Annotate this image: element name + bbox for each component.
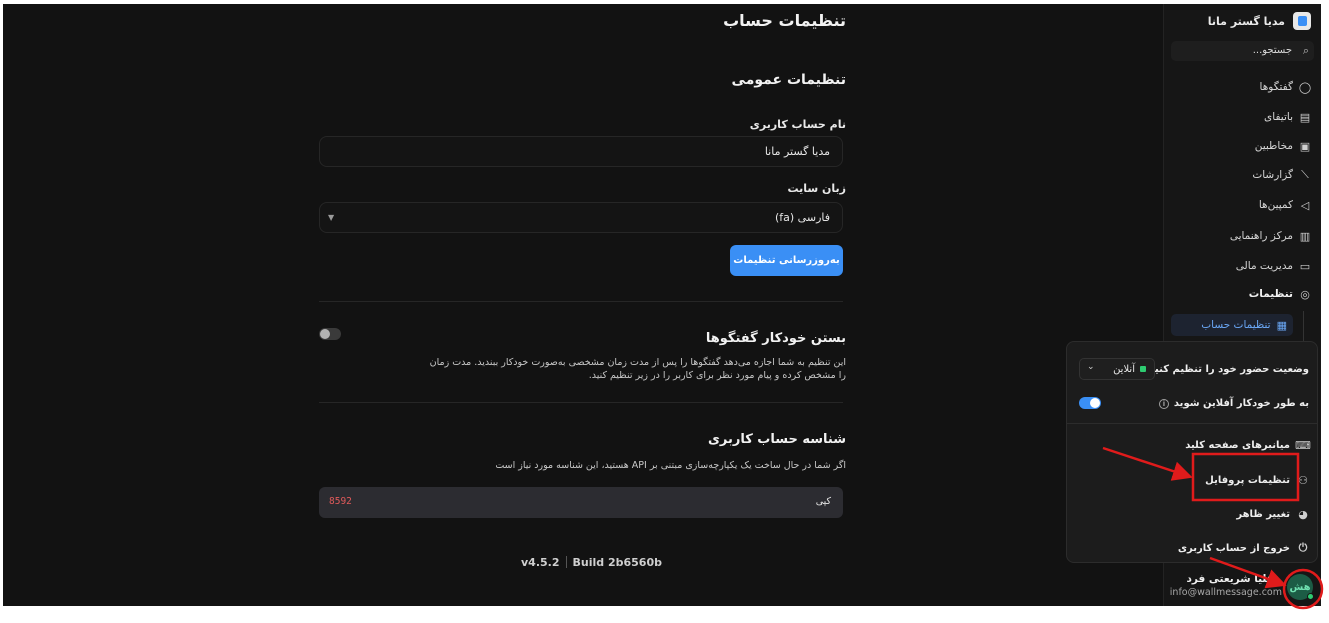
keyboard-icon: ⌨ xyxy=(1295,438,1311,452)
autoclose-title: بستن خودکار گفتگوها xyxy=(705,331,846,346)
account-id-box: کپی 8592 xyxy=(319,487,843,518)
sidebar-item-reports[interactable]: ⟋ گزارشات xyxy=(1173,164,1313,186)
avatar-initials: هش xyxy=(1289,581,1311,593)
user-name: هلیا شریعتی فرد xyxy=(1186,573,1274,585)
api-id-description: اگر شما در حال ساخت یک یکپارچه‌سازی مبتن… xyxy=(495,460,846,471)
language-select[interactable]: فارسی (fa) ▼ xyxy=(319,202,843,233)
main-content: تنظیمات حساب تنظیمات عمومی نام حساب کارب… xyxy=(3,4,1163,606)
sidebar-item-conversations[interactable]: ◯ گفتگوها xyxy=(1173,76,1313,98)
version-separator xyxy=(565,556,567,568)
avatar[interactable]: هش xyxy=(1287,574,1314,600)
search-placeholder: جستجو... xyxy=(1252,45,1292,56)
sidebar-item-label: گزارشات xyxy=(1252,169,1293,181)
sidebar-item-label: تنظیمات xyxy=(1248,288,1293,300)
sidebar-item-botify[interactable]: ▤ باتیفای xyxy=(1173,106,1313,128)
user-email: info@wallmessage.com xyxy=(1169,587,1282,598)
build-number: Build 2b6560b xyxy=(572,556,662,569)
reports-icon: ⟋ xyxy=(1301,168,1309,181)
divider xyxy=(1067,423,1317,424)
sidebar-item-help-center[interactable]: ▥ مرکز راهنمایی xyxy=(1173,225,1313,247)
status-select[interactable]: آنلاین ⌄ xyxy=(1079,358,1155,380)
briefcase-icon: ▦ xyxy=(1276,318,1287,332)
campaign-icon: ◁ xyxy=(1300,198,1310,212)
status-value: آنلاین xyxy=(1113,363,1135,375)
version-info: v4.5.2 Build 2b6560b xyxy=(521,556,662,569)
api-id-title: شناسه حساب کاربری xyxy=(707,432,846,447)
presence-label: وضعیت حضور خود را تنظیم کنید xyxy=(1149,364,1309,375)
autoclose-description: این تنظیم به شما اجازه می‌دهد گفتگوها را… xyxy=(429,357,846,381)
version-number: v4.5.2 xyxy=(521,556,560,569)
online-status-dot xyxy=(1307,593,1314,600)
sidebar-item-label: باتیفای xyxy=(1264,111,1293,123)
update-settings-button[interactable]: به‌روزرسانی تنظیمات xyxy=(730,245,843,276)
page-title: تنظیمات حساب xyxy=(723,11,846,30)
sidebar-item-label: مخاطبین xyxy=(1254,140,1293,152)
app-window: تنظیمات حساب تنظیمات عمومی نام حساب کارب… xyxy=(3,4,1321,606)
bot-icon: ▤ xyxy=(1299,110,1311,124)
username-input[interactable]: مدیا گستر مانا xyxy=(319,136,843,167)
account-id-value: 8592 xyxy=(329,496,352,507)
dropdown-arrow-icon: ▼ xyxy=(328,213,335,222)
sidebar-item-campaigns[interactable]: ◁ کمپین‌ها xyxy=(1173,194,1313,216)
menu-item-change-appearance[interactable]: ◕ تغییر ظاهر xyxy=(1079,503,1309,525)
language-label: زبان سایت xyxy=(787,182,846,195)
autoclose-toggle[interactable] xyxy=(319,328,341,340)
auto-offline-toggle[interactable] xyxy=(1079,397,1101,409)
brand-name: مدیا گستر مانا xyxy=(1207,14,1285,28)
search-icon: ⌕ xyxy=(1302,44,1309,57)
menu-item-label: خروج از حساب کاربری xyxy=(1177,542,1290,554)
menu-item-profile-settings[interactable]: ⚇ تنظیمات پروفایل xyxy=(1079,469,1309,491)
chat-icon: ◯ xyxy=(1298,80,1312,94)
sidebar-item-label: کمپین‌ها xyxy=(1258,199,1293,211)
menu-item-logout[interactable]: ⏻ خروج از حساب کاربری xyxy=(1079,537,1309,559)
menu-item-keyboard-shortcuts[interactable]: ⌨ میانبرهای صفحه کلید xyxy=(1079,434,1311,456)
sidebar-item-finance[interactable]: ▭ مدیریت مالی xyxy=(1173,255,1313,277)
menu-item-label: تنظیمات پروفایل xyxy=(1205,474,1290,486)
username-label: نام حساب کاربری xyxy=(749,118,846,131)
wallet-icon: ▭ xyxy=(1299,259,1311,273)
user-icon: ⚇ xyxy=(1298,473,1308,487)
sidebar-item-settings[interactable]: ◎ تنظیمات xyxy=(1173,283,1313,305)
profile-popup-menu: وضعیت حضور خود را تنظیم کنید آنلاین ⌄ به… xyxy=(1066,341,1318,563)
search-input[interactable]: ⌕ جستجو... xyxy=(1171,41,1314,61)
sidebar-item-contacts[interactable]: ▣ مخاطبین xyxy=(1173,135,1313,157)
contacts-icon: ▣ xyxy=(1299,139,1311,153)
sidebar-subitem-account-settings[interactable]: ▦ تنظیمات حساب xyxy=(1171,314,1293,336)
auto-offline-text: به طور خودکار آفلاین شوید xyxy=(1173,398,1309,409)
user-profile-bar[interactable]: هلیا شریعتی فرد info@wallmessage.com هش xyxy=(1164,564,1321,606)
general-settings-title: تنظیمات عمومی xyxy=(731,72,846,88)
chevron-down-icon: ⌄ xyxy=(1087,362,1095,372)
divider xyxy=(319,402,843,403)
sidebar-subitem-label: تنظیمات حساب xyxy=(1201,319,1271,331)
logo-icon xyxy=(1293,12,1311,30)
submenu-line xyxy=(1303,311,1304,341)
menu-item-label: میانبرهای صفحه کلید xyxy=(1185,439,1290,451)
power-icon: ⏻ xyxy=(1298,541,1308,554)
copy-button[interactable]: کپی xyxy=(816,496,831,507)
brand[interactable]: مدیا گستر مانا xyxy=(1208,12,1311,30)
help-center-icon: ▥ xyxy=(1299,229,1311,243)
auto-offline-label: به طور خودکار آفلاین شوید i xyxy=(1158,398,1309,409)
language-value: فارسی (fa) xyxy=(774,211,830,224)
settings-icon: ◎ xyxy=(1300,287,1310,301)
menu-item-label: تغییر ظاهر xyxy=(1236,508,1290,520)
palette-icon: ◕ xyxy=(1298,507,1308,521)
divider xyxy=(319,301,843,302)
info-icon[interactable]: i xyxy=(1158,398,1169,409)
sidebar-item-label: مرکز راهنمایی xyxy=(1229,230,1293,242)
online-dot-icon xyxy=(1140,366,1146,372)
sidebar-item-label: مدیریت مالی xyxy=(1235,260,1293,272)
sidebar-item-label: گفتگوها xyxy=(1259,81,1293,93)
